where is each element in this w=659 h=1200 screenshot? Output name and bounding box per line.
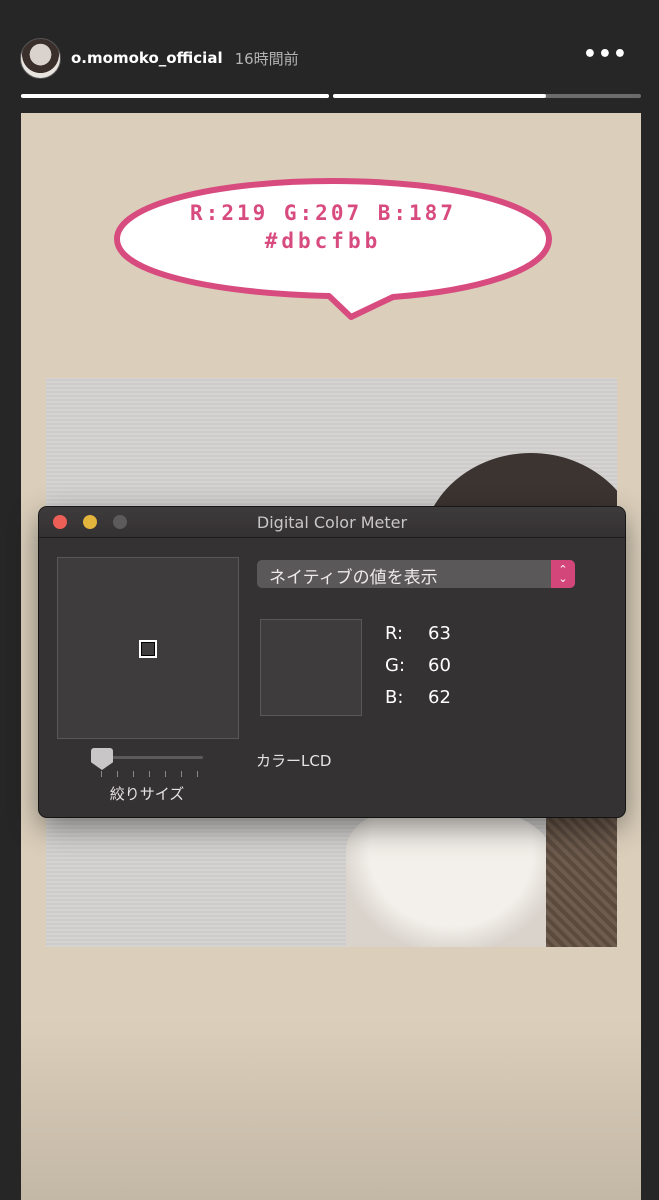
- popup-label: ネイティブの値を表示: [269, 568, 438, 588]
- value-key-g: G:: [385, 655, 406, 676]
- value-b: 62: [428, 687, 451, 708]
- story-progress-2: [333, 94, 641, 98]
- story-header: o.momoko_official 16時間前 •••: [20, 37, 640, 79]
- value-r: 63: [428, 623, 451, 644]
- window-title: Digital Color Meter: [256, 513, 408, 532]
- aperture-slider-ticks: [101, 771, 198, 777]
- profile-avatar[interactable]: [20, 37, 61, 79]
- username[interactable]: o.momoko_official: [71, 49, 223, 67]
- value-g: 60: [428, 655, 451, 676]
- aperture-slider-knob[interactable]: [91, 748, 113, 770]
- color-swatch: [260, 619, 362, 716]
- photo-coat: [546, 808, 617, 947]
- value-row-r: R: 63: [385, 623, 451, 655]
- bubble-text: R:219 G:207 B:187 #dbcfbb: [113, 201, 533, 253]
- display-name-label: カラーLCD: [256, 752, 332, 770]
- window-titlebar[interactable]: Digital Color Meter: [39, 507, 625, 538]
- progress-fill-1: [21, 94, 329, 98]
- aperture-size-label: 絞りサイズ: [109, 785, 185, 803]
- post-time: 16時間前: [234, 49, 299, 68]
- aperture-preview: [57, 557, 239, 739]
- popup-chevrons-icon[interactable]: ⌃ ⌄: [551, 560, 575, 588]
- story-fade: [21, 1020, 641, 1200]
- display-values-popup[interactable]: ネイティブの値を表示 ⌃ ⌄: [257, 560, 575, 588]
- value-key-r: R:: [385, 623, 404, 644]
- hex-value-text: #dbcfbb: [264, 229, 382, 253]
- rgb-values-text: R:219 G:207 B:187: [190, 201, 456, 225]
- progress-fill-2: [333, 94, 546, 98]
- aperture-target-icon: [139, 640, 157, 658]
- story-progress-1: [21, 94, 329, 98]
- value-row-g: G: 60: [385, 655, 451, 687]
- more-options-icon[interactable]: •••: [583, 44, 628, 66]
- photo-shirt: [346, 808, 556, 947]
- value-row-b: B: 62: [385, 687, 451, 719]
- digital-color-meter-window[interactable]: Digital Color Meter 絞りサイズ ネイティブの値を表示 ⌃ ⌄ …: [39, 507, 625, 817]
- value-key-b: B:: [385, 687, 404, 708]
- color-values: R: 63 G: 60 B: 62: [385, 623, 451, 719]
